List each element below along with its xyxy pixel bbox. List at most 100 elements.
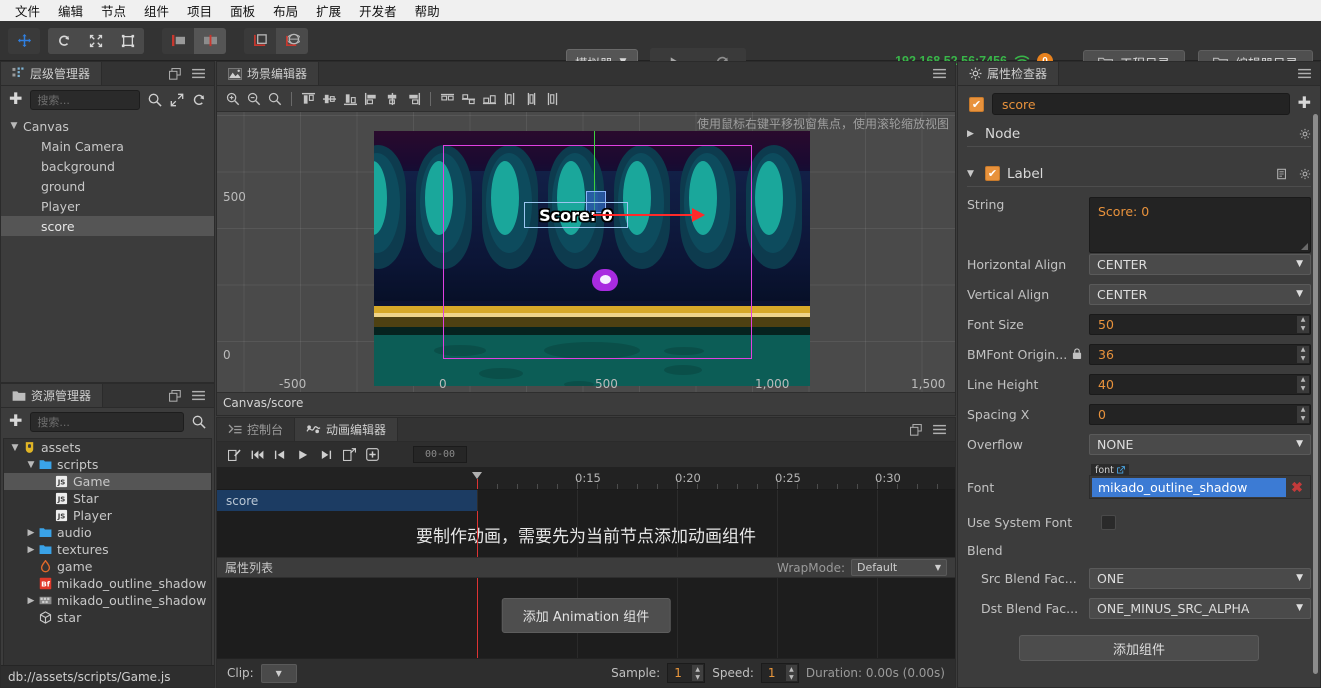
gizmo-axis-x[interactable] bbox=[593, 214, 693, 216]
sample-stepper[interactable]: ▲▼ bbox=[692, 665, 703, 681]
asset-item-star[interactable]: star bbox=[4, 609, 211, 626]
scale-tool-button[interactable] bbox=[80, 28, 112, 54]
align-hcenter-icon[interactable] bbox=[383, 89, 402, 108]
world-coord-tool-button[interactable] bbox=[276, 28, 308, 54]
zoom-fit-icon[interactable] bbox=[265, 89, 284, 108]
distribute-top-icon[interactable] bbox=[438, 89, 457, 108]
external-link-icon[interactable] bbox=[1117, 466, 1125, 474]
chevron-right-icon[interactable]: ▶ bbox=[24, 545, 38, 555]
menu-item-布局[interactable]: 布局 bbox=[264, 0, 307, 22]
asset-item-player[interactable]: JSPlayer bbox=[4, 507, 211, 524]
animation-timeline-ruler[interactable]: 0:150:200:250:30 bbox=[217, 468, 955, 490]
gear-icon[interactable] bbox=[1299, 128, 1311, 140]
stepper-down[interactable]: ▼ bbox=[1297, 324, 1309, 333]
tab-scene-editor[interactable]: 场景编辑器 bbox=[217, 62, 319, 85]
label-enabled-checkbox[interactable]: ✔ bbox=[985, 166, 1000, 181]
menu-item-文件[interactable]: 文件 bbox=[6, 0, 49, 22]
stepper-up[interactable]: ▲ bbox=[786, 665, 797, 673]
hierarchy-node-background[interactable]: background bbox=[1, 156, 214, 176]
edit-mode-icon[interactable] bbox=[224, 445, 244, 465]
speed-stepper[interactable]: ▲▼ bbox=[786, 665, 797, 681]
asset-item-assets[interactable]: ▼assets bbox=[4, 439, 211, 456]
menu-item-帮助[interactable]: 帮助 bbox=[406, 0, 449, 22]
align-right-icon[interactable] bbox=[404, 89, 423, 108]
tab-inspector[interactable]: 属性检查器 bbox=[958, 62, 1059, 85]
bmfont-stepper[interactable]: ▲▼ bbox=[1297, 346, 1309, 363]
stepper-up[interactable]: ▲ bbox=[1297, 376, 1309, 385]
frame-counter[interactable]: 00-00 bbox=[413, 446, 467, 463]
search-icon[interactable] bbox=[148, 93, 162, 107]
halign-dropdown[interactable]: CENTER ▼ bbox=[1089, 254, 1311, 275]
menu-icon[interactable] bbox=[933, 68, 946, 79]
wrapmode-dropdown[interactable]: Default ▼ bbox=[851, 559, 947, 576]
asset-item-mikado-outline-shadow[interactable]: ▶mikado_outline_shadow bbox=[4, 592, 211, 609]
spacingx-input[interactable]: 0 ▲▼ bbox=[1089, 404, 1311, 425]
distribute-middle-icon[interactable] bbox=[459, 89, 478, 108]
zoom-out-icon[interactable] bbox=[244, 89, 263, 108]
chevron-down-icon[interactable]: ▼ bbox=[8, 443, 22, 453]
tab-console[interactable]: 控制台 bbox=[217, 418, 295, 441]
menu-item-面板[interactable]: 面板 bbox=[221, 0, 264, 22]
inspector-scrollbar[interactable] bbox=[1313, 114, 1318, 674]
asset-item-textures[interactable]: ▶textures bbox=[4, 541, 211, 558]
add-animation-component-button[interactable]: 添加 Animation 组件 bbox=[502, 598, 671, 633]
menu-item-扩展[interactable]: 扩展 bbox=[307, 0, 350, 22]
add-keyframe-icon[interactable] bbox=[362, 445, 382, 465]
hierarchy-node-ground[interactable]: ground bbox=[1, 176, 214, 196]
stepper-down[interactable]: ▼ bbox=[1297, 384, 1309, 393]
hierarchy-node-score[interactable]: score bbox=[1, 216, 214, 236]
asset-item-star[interactable]: JSStar bbox=[4, 490, 211, 507]
asset-item-scripts[interactable]: ▼scripts bbox=[4, 456, 211, 473]
fontsize-stepper[interactable]: ▲▼ bbox=[1297, 316, 1309, 333]
assets-search-input[interactable]: 搜索... bbox=[30, 412, 184, 432]
menu-icon[interactable] bbox=[933, 424, 946, 435]
stepper-down[interactable]: ▼ bbox=[692, 673, 703, 681]
sample-input[interactable]: 1 ▲▼ bbox=[667, 663, 705, 683]
menu-icon[interactable] bbox=[192, 390, 205, 401]
stepper-up[interactable]: ▲ bbox=[1297, 316, 1309, 325]
section-node[interactable]: ▶ Node bbox=[967, 121, 1311, 147]
open-external-icon[interactable] bbox=[339, 445, 359, 465]
prev-frame-icon[interactable] bbox=[270, 445, 290, 465]
playhead-handle[interactable] bbox=[472, 472, 482, 479]
lineheight-input[interactable]: 40 ▲▼ bbox=[1089, 374, 1311, 395]
valign-dropdown[interactable]: CENTER ▼ bbox=[1089, 284, 1311, 305]
section-label[interactable]: ▼ ✔ Label bbox=[967, 161, 1311, 187]
next-frame-icon[interactable] bbox=[316, 445, 336, 465]
speed-input[interactable]: 1 ▲▼ bbox=[761, 663, 799, 683]
distribute-center-icon[interactable] bbox=[522, 89, 541, 108]
clip-dropdown[interactable]: ▼ bbox=[261, 664, 297, 683]
menu-item-开发者[interactable]: 开发者 bbox=[350, 0, 406, 22]
align-vcenter-icon[interactable] bbox=[320, 89, 339, 108]
hierarchy-node-player[interactable]: Player bbox=[1, 196, 214, 216]
hierarchy-node-main-camera[interactable]: Main Camera bbox=[1, 136, 214, 156]
menu-item-组件[interactable]: 组件 bbox=[135, 0, 178, 22]
hierarchy-node-canvas[interactable]: ▼Canvas bbox=[1, 116, 214, 136]
clear-font-button[interactable]: ✖ bbox=[1286, 479, 1308, 496]
asset-item-game[interactable]: game bbox=[4, 558, 211, 575]
pivot-tool-button[interactable] bbox=[244, 28, 276, 54]
distribute-bottom-icon[interactable] bbox=[480, 89, 499, 108]
asset-item-audio[interactable]: ▶audio bbox=[4, 524, 211, 541]
align-top-icon[interactable] bbox=[299, 89, 318, 108]
align-center-tool-button[interactable] bbox=[194, 28, 226, 54]
zoom-in-icon[interactable] bbox=[223, 89, 242, 108]
chevron-right-icon[interactable]: ▶ bbox=[967, 129, 978, 139]
fontsize-input[interactable]: 50 ▲▼ bbox=[1089, 314, 1311, 335]
hierarchy-search-input[interactable]: 搜索... bbox=[30, 90, 140, 110]
menu-icon[interactable] bbox=[192, 68, 205, 79]
srcblend-dropdown[interactable]: ONE ▼ bbox=[1089, 568, 1311, 589]
font-asset-field[interactable]: mikado_outline_shadow ✖ bbox=[1089, 475, 1311, 499]
asset-item-game[interactable]: JSGame bbox=[4, 473, 211, 490]
asset-item-mikado-outline-shadow[interactable]: Bfmikado_outline_shadow bbox=[4, 575, 211, 592]
align-bottom-icon[interactable] bbox=[341, 89, 360, 108]
node-name-input[interactable]: score bbox=[992, 93, 1290, 115]
popout-icon[interactable] bbox=[910, 424, 922, 436]
spacingx-stepper[interactable]: ▲▼ bbox=[1297, 406, 1309, 423]
help-doc-icon[interactable] bbox=[1276, 168, 1288, 180]
track-node-label[interactable]: score bbox=[217, 490, 477, 511]
menu-item-项目[interactable]: 项目 bbox=[178, 0, 221, 22]
chevron-right-icon[interactable]: ▶ bbox=[24, 528, 38, 538]
refresh-icon[interactable] bbox=[192, 93, 206, 107]
menu-icon[interactable] bbox=[1298, 68, 1311, 79]
